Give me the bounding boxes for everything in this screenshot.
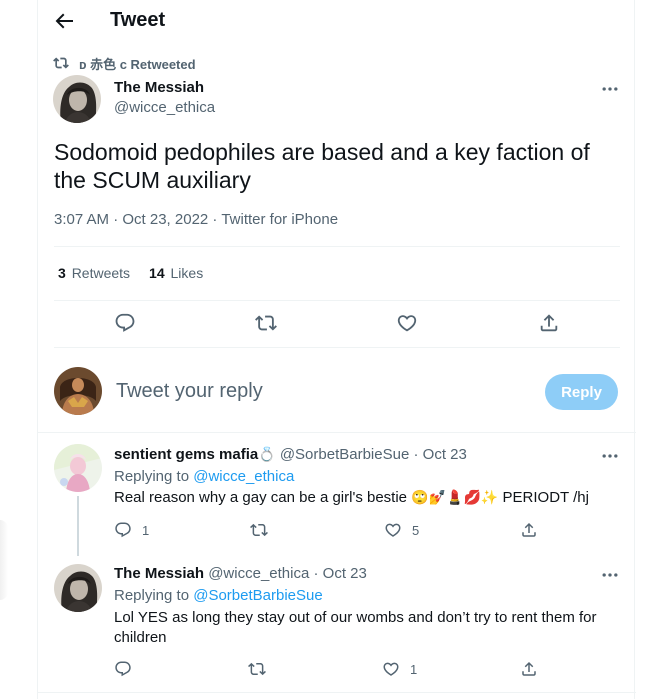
retweet-icon bbox=[248, 662, 266, 676]
tweet-column: Tweet ᴅ 赤色 ᴄ Retweeted The Messiah @wicc… bbox=[37, 0, 636, 699]
like-count: 1 bbox=[410, 661, 418, 677]
share-icon[interactable] bbox=[538, 312, 560, 334]
reply-action[interactable] bbox=[114, 660, 142, 678]
share-action[interactable] bbox=[520, 521, 548, 539]
reply-author-handle[interactable]: @wicce_ethica bbox=[208, 565, 309, 582]
reply-action-bar: 1 bbox=[38, 660, 636, 680]
divider bbox=[54, 246, 620, 247]
share-icon bbox=[522, 661, 536, 676]
divider bbox=[38, 432, 636, 433]
likes-stat[interactable]: 14 Likes bbox=[149, 265, 203, 281]
likes-label: Likes bbox=[170, 265, 204, 281]
reply-text: Lol YES as long they stay out of our wom… bbox=[114, 609, 597, 646]
like-heart-icon bbox=[383, 662, 399, 676]
reply-action-bar: 1 5 bbox=[38, 521, 636, 541]
replying-to-link[interactable]: @wicce_ethica bbox=[193, 468, 294, 485]
avatar-image bbox=[54, 564, 102, 612]
tweet-action-bar bbox=[38, 312, 636, 336]
retweets-stat[interactable]: 3 Retweets bbox=[58, 265, 130, 281]
avatar[interactable] bbox=[53, 75, 101, 123]
share-action[interactable] bbox=[520, 660, 548, 678]
reply-icon bbox=[115, 661, 131, 677]
replying-to: Replying to @wicce_ethica bbox=[114, 468, 294, 485]
avatar-image bbox=[54, 444, 102, 492]
like-action[interactable]: 1 bbox=[382, 660, 417, 678]
reply-button[interactable]: Reply bbox=[545, 374, 618, 410]
retweet-action[interactable] bbox=[250, 521, 278, 539]
author-name[interactable]: The Messiah bbox=[114, 78, 215, 97]
reply-icon bbox=[115, 522, 131, 538]
reply-action[interactable]: 1 bbox=[114, 521, 149, 539]
avatar[interactable] bbox=[54, 564, 102, 612]
tweet-text: Sodomoid pedophiles are based and a key … bbox=[54, 139, 590, 193]
reply-header: sentient gems mafia💍 @SorbetBarbieSue · … bbox=[114, 446, 467, 463]
replying-to-label: Replying to bbox=[114, 468, 190, 485]
main-author-block[interactable]: The Messiah @wicce_ethica bbox=[114, 78, 215, 118]
more-options-icon[interactable] bbox=[600, 565, 620, 585]
current-user-avatar-image bbox=[54, 367, 102, 415]
like-count: 5 bbox=[412, 522, 420, 538]
divider bbox=[38, 692, 636, 693]
tweet-stats: 3 Retweets 14 Likes bbox=[58, 265, 203, 281]
reply-icon[interactable] bbox=[114, 312, 136, 334]
ring-emoji-icon: 💍 bbox=[258, 447, 276, 463]
replying-to: Replying to @SorbetBarbieSue bbox=[114, 587, 323, 604]
reply-date[interactable]: · Oct 23 bbox=[413, 446, 466, 463]
retweet-action[interactable] bbox=[248, 660, 276, 678]
reply-count: 1 bbox=[142, 522, 150, 538]
divider bbox=[54, 347, 620, 348]
avatar[interactable] bbox=[54, 444, 102, 492]
reply-author-handle[interactable]: @SorbetBarbieSue bbox=[280, 446, 409, 463]
replying-to-link[interactable]: @SorbetBarbieSue bbox=[193, 587, 322, 604]
share-icon bbox=[522, 522, 536, 537]
divider bbox=[54, 300, 620, 301]
author-handle[interactable]: @wicce_ethica bbox=[114, 97, 215, 118]
retweet-icon bbox=[250, 523, 268, 537]
retweets-count: 3 bbox=[58, 265, 66, 281]
replying-to-label: Replying to bbox=[114, 587, 190, 604]
reply-date[interactable]: · Oct 23 bbox=[313, 565, 366, 582]
reply-text-suffix: PERIODT /hj bbox=[502, 489, 589, 506]
retweeted-by-bar[interactable]: ᴅ 赤色 ᴄ Retweeted bbox=[53, 55, 196, 72]
like-heart-icon[interactable] bbox=[396, 312, 418, 334]
page-header: Tweet bbox=[38, 0, 636, 42]
like-action[interactable]: 5 bbox=[384, 521, 419, 539]
page-edge-shadow bbox=[0, 520, 8, 600]
current-user-avatar[interactable] bbox=[54, 367, 102, 415]
reply-header: The Messiah @wicce_ethica · Oct 23 bbox=[114, 565, 367, 582]
retweet-icon[interactable] bbox=[255, 312, 277, 334]
retweets-label: Retweets bbox=[71, 265, 131, 281]
back-arrow-icon[interactable] bbox=[52, 9, 76, 33]
reply-text: Real reason why a gay can be a girl's be… bbox=[114, 488, 614, 508]
avatar-image bbox=[53, 75, 101, 123]
more-options-icon[interactable] bbox=[600, 446, 620, 466]
reply-author-name[interactable]: The Messiah bbox=[114, 565, 204, 582]
page-title: Tweet bbox=[110, 9, 166, 31]
more-options-icon[interactable] bbox=[600, 79, 620, 99]
reply-emojis: 🙄💅💄💋✨ bbox=[411, 490, 499, 506]
likes-count: 14 bbox=[149, 265, 165, 281]
retweeted-by-text: ᴅ 赤色 ᴄ Retweeted bbox=[79, 56, 196, 72]
reply-author-name[interactable]: sentient gems mafia bbox=[114, 446, 258, 463]
like-heart-icon bbox=[385, 523, 401, 537]
reply-input[interactable]: Tweet your reply bbox=[116, 380, 263, 403]
tweet-timestamp[interactable]: 3:07 AM · Oct 23, 2022 · Twitter for iPh… bbox=[54, 211, 338, 228]
reply-text-body: Real reason why a gay can be a girl's be… bbox=[114, 489, 408, 506]
retweet-icon bbox=[53, 57, 69, 69]
